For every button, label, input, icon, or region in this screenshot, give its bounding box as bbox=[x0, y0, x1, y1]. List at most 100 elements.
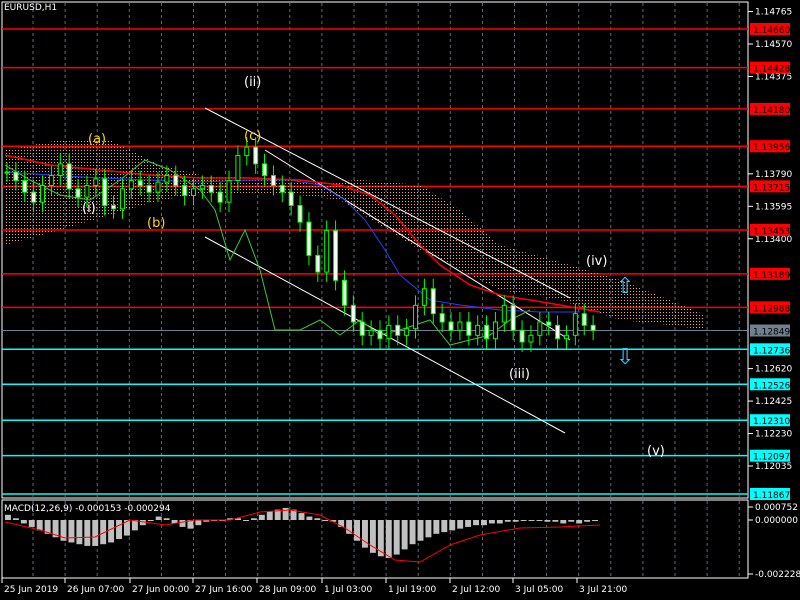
level-price-label: 1.14660 bbox=[753, 26, 790, 36]
macd-histogram-bar bbox=[473, 520, 479, 526]
candle bbox=[40, 184, 46, 203]
candle bbox=[413, 304, 419, 330]
time-axis-label: 1 Jul 03:00 bbox=[324, 585, 373, 595]
candle bbox=[386, 324, 392, 340]
macd-histogram-bar bbox=[377, 520, 384, 557]
macd-histogram-bar bbox=[552, 520, 559, 522]
macd-histogram-bar bbox=[116, 520, 122, 540]
candle bbox=[22, 180, 28, 193]
level-price-label: 1.12310 bbox=[753, 417, 790, 427]
macd-label: MACD(12,26,9) -0.000153 -0.000294 bbox=[4, 504, 171, 514]
macd-histogram-bar bbox=[433, 520, 440, 534]
macd-histogram-bar bbox=[449, 520, 456, 531]
macd-histogram-bar bbox=[496, 520, 503, 524]
candle bbox=[368, 329, 374, 336]
level-price-label: 1.13956 bbox=[753, 143, 790, 153]
candle bbox=[93, 178, 99, 186]
macd-histogram-bar bbox=[131, 520, 138, 531]
macd-histogram-bar bbox=[266, 511, 273, 520]
candle bbox=[528, 334, 534, 343]
macd-histogram-bar bbox=[92, 520, 99, 546]
candle bbox=[146, 184, 152, 193]
macd-axis-label: -0.002228 bbox=[755, 570, 800, 580]
wave-label-i: (i) bbox=[82, 201, 96, 216]
wave-label-c: (c) bbox=[244, 129, 262, 144]
candle bbox=[217, 191, 223, 203]
candle bbox=[102, 178, 108, 206]
candle bbox=[199, 184, 205, 190]
wave-label-iv: (iv) bbox=[586, 254, 608, 269]
macd-histogram-bar bbox=[147, 520, 154, 521]
price-axis-label: 1.14765 bbox=[755, 8, 792, 18]
price-axis-label: 1.13595 bbox=[755, 202, 792, 212]
macd-axis-label: 0.000000 bbox=[755, 516, 798, 526]
macd-histogram-bar bbox=[576, 520, 583, 524]
macd-histogram-bar bbox=[306, 516, 313, 520]
macd-axis-label: 0.000752 bbox=[755, 503, 798, 513]
macd-histogram-bar bbox=[155, 516, 162, 520]
candle bbox=[563, 334, 569, 340]
macd-histogram-bar bbox=[425, 520, 432, 538]
candle bbox=[57, 163, 63, 177]
time-axis-label: 2 Jul 12:00 bbox=[452, 585, 501, 595]
candle bbox=[208, 184, 214, 193]
candle bbox=[137, 180, 143, 186]
candle bbox=[288, 191, 294, 206]
candle bbox=[333, 229, 339, 281]
candle bbox=[190, 188, 196, 196]
price-axis-label: 1.12035 bbox=[755, 462, 792, 472]
candle bbox=[66, 163, 72, 190]
candle bbox=[466, 321, 472, 336]
macd-histogram-bar bbox=[84, 520, 91, 546]
macd-histogram-bar bbox=[560, 520, 567, 524]
macd-histogram-bar bbox=[441, 520, 448, 533]
macd-histogram-bar bbox=[584, 520, 591, 522]
up-arrow-icon[interactable]: ⇧ bbox=[616, 276, 634, 298]
level-price-label: 1.14428 bbox=[753, 65, 790, 75]
macd-histogram-bar bbox=[488, 520, 495, 524]
candle bbox=[421, 288, 427, 306]
macd-histogram-bar bbox=[504, 520, 511, 522]
candle bbox=[84, 184, 90, 198]
macd-histogram-bar bbox=[195, 520, 202, 526]
macd-histogram-bar bbox=[528, 520, 535, 521]
candle bbox=[128, 180, 134, 190]
wave-label-v: (v) bbox=[647, 444, 665, 459]
candle bbox=[395, 324, 401, 336]
candle bbox=[244, 146, 250, 157]
candle bbox=[555, 324, 561, 340]
level-price-label: 1.13453 bbox=[753, 227, 790, 237]
candle bbox=[253, 146, 259, 165]
wave-label-a: (a) bbox=[88, 132, 107, 147]
candle bbox=[359, 321, 365, 336]
price-axis-label: 1.14570 bbox=[755, 40, 792, 50]
macd-histogram-bar bbox=[457, 520, 464, 529]
macd-histogram-bar bbox=[512, 520, 519, 522]
macd-histogram-bar bbox=[592, 520, 598, 521]
candle bbox=[75, 188, 81, 198]
level-price-label: 1.13189 bbox=[753, 271, 790, 281]
candle bbox=[13, 171, 19, 182]
macd-histogram-bar bbox=[465, 520, 472, 527]
macd-histogram-bar bbox=[5, 514, 11, 520]
down-arrow-icon[interactable]: ⇩ bbox=[616, 347, 634, 369]
level-price-label: 1.11867 bbox=[753, 491, 790, 501]
macd-histogram-bar bbox=[76, 520, 83, 545]
price-axis-label: 1.12230 bbox=[755, 430, 792, 440]
macd-histogram-bar bbox=[243, 520, 249, 521]
candle bbox=[315, 254, 321, 273]
macd-histogram-bar bbox=[536, 520, 543, 521]
candle bbox=[510, 304, 516, 331]
time-axis-label: 28 Jun 09:00 bbox=[259, 585, 316, 595]
macd-histogram-bar bbox=[385, 520, 392, 559]
candle bbox=[546, 321, 552, 326]
macd-histogram-bar bbox=[409, 520, 416, 545]
candle bbox=[119, 188, 125, 210]
macd-histogram-bar bbox=[68, 520, 75, 543]
candle bbox=[590, 324, 596, 331]
candle bbox=[475, 324, 481, 336]
macd-histogram-bar bbox=[250, 518, 257, 520]
wave-label-ii: (ii) bbox=[244, 75, 262, 90]
candle bbox=[182, 184, 188, 196]
macd-histogram-bar bbox=[108, 520, 115, 543]
